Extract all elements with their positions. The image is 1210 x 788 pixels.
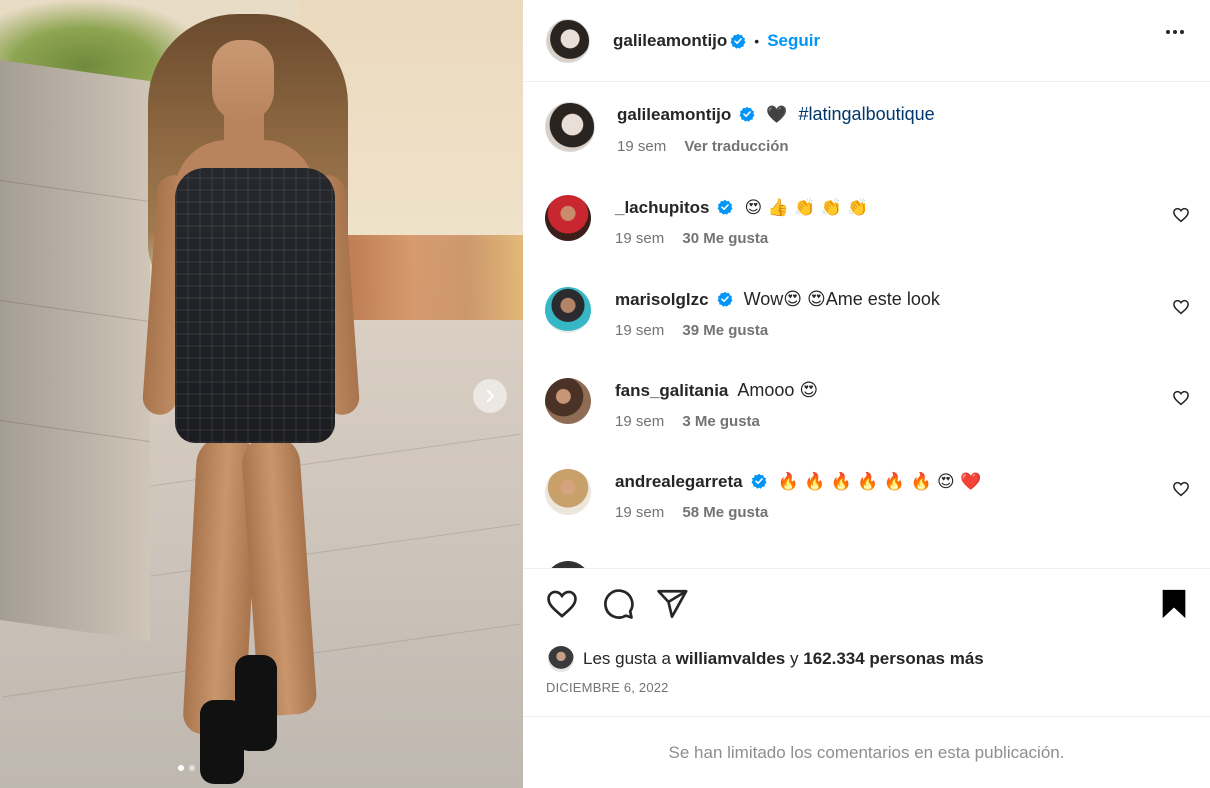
- heart-icon[interactable]: [1172, 206, 1190, 224]
- author-avatar[interactable]: [546, 18, 590, 63]
- verified-icon: [717, 291, 733, 307]
- comment-item: andrealegarreta 🔥 🔥 🔥 🔥 🔥 🔥 😍 ❤️ 19 sem …: [545, 469, 1190, 521]
- likes-count[interactable]: 162.334 personas más: [803, 649, 984, 669]
- heart-icon[interactable]: [545, 587, 579, 621]
- heart-icon[interactable]: [1172, 298, 1190, 316]
- post-header: galileamontijo • Seguir: [523, 0, 1210, 82]
- heart-icon[interactable]: [1172, 480, 1190, 498]
- slide-dot: [189, 765, 195, 771]
- comment-username[interactable]: andrealegarreta: [615, 472, 743, 491]
- verified-icon: [751, 473, 767, 489]
- comment-item: _lachupitos 😍 👍 👏 👏 👏 19 sem 30 Me gusta: [545, 195, 1190, 247]
- black-heart-emoji: 🖤: [766, 105, 788, 125]
- action-bar: [523, 568, 1210, 640]
- dress: [175, 168, 335, 443]
- likes-summary: Les gusta a williamvaldes y 162.334 pers…: [548, 646, 984, 672]
- comments-limited-notice: Se han limitado los comentarios en esta …: [523, 716, 1210, 788]
- post-image[interactable]: [0, 0, 523, 788]
- heart-icon[interactable]: [1172, 389, 1190, 407]
- next-slide-button[interactable]: [473, 379, 507, 413]
- share-icon[interactable]: [655, 587, 689, 621]
- post-date[interactable]: DICIEMBRE 6, 2022: [546, 680, 669, 695]
- liker-avatar[interactable]: [548, 646, 574, 672]
- comment-avatar[interactable]: [545, 195, 591, 241]
- comment-icon[interactable]: [601, 587, 635, 621]
- follow-button[interactable]: Seguir: [767, 31, 820, 51]
- comment-text: Amooo 😍: [737, 380, 819, 400]
- comment-likes[interactable]: 39 Me gusta: [682, 322, 768, 339]
- comment-time[interactable]: 19 sem: [615, 322, 664, 339]
- comment-time[interactable]: 19 sem: [615, 504, 664, 521]
- caption-username[interactable]: galileamontijo: [617, 105, 731, 124]
- comment-likes[interactable]: 3 Me gusta: [682, 413, 760, 430]
- liker-username[interactable]: williamvaldes: [676, 649, 786, 669]
- slide-indicator: [178, 765, 195, 771]
- bookmark-icon[interactable]: [1157, 587, 1191, 621]
- comment-avatar[interactable]: [545, 561, 591, 568]
- chevron-right-icon: [486, 389, 495, 403]
- comment-username[interactable]: fans_galitania: [615, 381, 728, 400]
- comment-avatar[interactable]: [545, 287, 591, 333]
- more-icon: [1166, 30, 1170, 34]
- comment-time[interactable]: 19 sem: [615, 230, 664, 247]
- verified-icon: [730, 33, 746, 49]
- likes-conjunction: y: [790, 649, 799, 668]
- comment-text: 🔥 🔥 🔥 🔥 🔥 🔥 😍 ❤️: [777, 472, 982, 492]
- comment-avatar[interactable]: [545, 469, 591, 515]
- caption-hashtag[interactable]: #latingalboutique: [799, 104, 935, 124]
- slide-dot-active: [178, 765, 184, 771]
- caption: galileamontijo 🖤 #latingalboutique 19 se…: [545, 102, 1190, 155]
- comment-avatar[interactable]: [545, 378, 591, 424]
- comment-item: fans_galitania Amooo 😍 19 sem 3 Me gusta: [545, 378, 1190, 430]
- comments-list[interactable]: galileamontijo 🖤 #latingalboutique 19 se…: [523, 82, 1210, 568]
- comment-username[interactable]: marisolglzc: [615, 290, 709, 309]
- comment-text: Wow😍 😍Ame este look: [743, 289, 940, 309]
- verified-icon: [739, 106, 755, 122]
- likes-prefix: Les gusta a: [583, 649, 671, 668]
- comment-username[interactable]: _lachupitos: [615, 198, 709, 217]
- separator-dot: •: [754, 32, 760, 49]
- caption-time[interactable]: 19 sem: [617, 138, 666, 155]
- instagram-post-modal: galileamontijo • Seguir galileamontijo 🖤…: [0, 0, 1210, 788]
- comment-item: marisolglzc Wow😍 😍Ame este look 19 sem 3…: [545, 287, 1190, 339]
- author-username[interactable]: galileamontijo: [613, 31, 727, 51]
- more-options-button[interactable]: [1166, 30, 1184, 34]
- caption-avatar[interactable]: [545, 102, 595, 152]
- comment-likes[interactable]: 58 Me gusta: [682, 504, 768, 521]
- comment-text: 😍 👍 👏 👏 👏: [744, 198, 869, 218]
- comment-time[interactable]: 19 sem: [615, 413, 664, 430]
- comment-likes[interactable]: 30 Me gusta: [682, 230, 768, 247]
- post-panel: galileamontijo • Seguir galileamontijo 🖤…: [523, 0, 1210, 788]
- translate-link[interactable]: Ver traducción: [684, 138, 788, 155]
- verified-icon: [717, 199, 733, 215]
